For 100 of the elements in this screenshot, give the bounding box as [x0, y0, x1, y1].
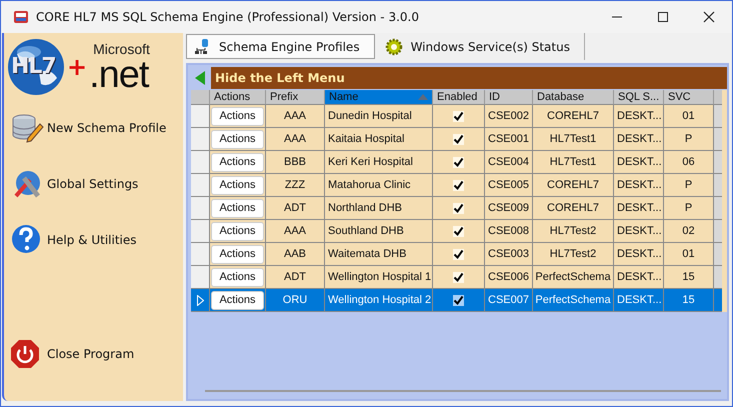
- horizontal-scrollbar[interactable]: [205, 387, 721, 395]
- table-cell: DESKT...: [617, 225, 662, 237]
- table-cell: Matahorua Clinic: [328, 179, 411, 191]
- column-header[interactable]: Enabled: [433, 90, 485, 105]
- sidebar-item[interactable]: New Schema Profile: [4, 109, 183, 147]
- table-cell: DESKT...: [617, 133, 662, 145]
- table-cell: ADT: [284, 271, 306, 283]
- hide-menu-bar[interactable]: Hide the Left Menu: [211, 67, 727, 89]
- check-icon: [453, 226, 464, 236]
- table-cell: CSE008: [488, 225, 529, 237]
- table-cell: 01: [682, 110, 695, 122]
- row-header[interactable]: [191, 243, 210, 266]
- row-header[interactable]: [191, 105, 210, 128]
- row-header[interactable]: [191, 151, 210, 174]
- table-cell: Keri Keri Hospital: [328, 156, 413, 168]
- table-cell: DESKT...: [617, 271, 662, 283]
- table-cell: HL7Test1: [550, 133, 596, 145]
- table-cell: CSE001: [488, 133, 529, 145]
- table-cell: BBB: [284, 156, 306, 168]
- table-cell: AAA: [284, 110, 306, 122]
- sidebar-item[interactable]: Global Settings: [4, 165, 183, 203]
- gear-icon: [384, 38, 403, 56]
- sidebar-item[interactable]: Help & Utilities: [4, 221, 183, 259]
- row-header[interactable]: [191, 128, 210, 151]
- checkbox[interactable]: [453, 248, 464, 260]
- left-arrow-icon: [195, 71, 205, 85]
- column-header: [191, 90, 210, 105]
- table-cell: P: [684, 202, 692, 214]
- table-cell: 15: [682, 294, 695, 306]
- table-cell: Dunedin Hospital: [328, 110, 412, 122]
- globe-icon: [7, 38, 65, 96]
- table-cell: 15: [682, 271, 695, 283]
- database-pencil-icon: [10, 112, 44, 144]
- check-icon: [453, 294, 464, 306]
- actions-button[interactable]: Actions: [211, 222, 264, 240]
- actions-button[interactable]: Actions: [211, 130, 264, 148]
- row-header[interactable]: [191, 197, 210, 220]
- actions-button[interactable]: Actions: [211, 268, 264, 286]
- column-header[interactable]: ID: [485, 90, 533, 105]
- check-icon: [453, 202, 464, 214]
- plus-sign: +: [67, 55, 88, 79]
- column-header: [714, 90, 722, 105]
- logo-brand: Microsoft: [93, 42, 150, 56]
- column-header[interactable]: Actions: [210, 90, 266, 105]
- row-header[interactable]: [191, 266, 210, 289]
- checkbox[interactable]: [453, 156, 464, 168]
- table-cell: ADT: [284, 202, 306, 214]
- actions-button[interactable]: Actions: [211, 176, 264, 194]
- checkbox[interactable]: [453, 134, 464, 144]
- table-cell: CSE006: [488, 271, 529, 283]
- column-header[interactable]: SQL S...: [614, 90, 664, 105]
- sidebar-item[interactable]: Close Program: [4, 335, 183, 373]
- checkbox[interactable]: [453, 110, 464, 122]
- check-icon: [453, 180, 464, 190]
- table-cell: CSE003: [488, 248, 529, 260]
- check-icon: [453, 248, 464, 260]
- column-header[interactable]: Database: [533, 90, 614, 105]
- table-cell: ORU: [282, 294, 308, 306]
- actions-button[interactable]: Actions: [211, 290, 264, 310]
- table-cell: PerfectSchema: [535, 271, 611, 283]
- column-header[interactable]: SVC: [664, 90, 714, 105]
- checkbox[interactable]: [453, 294, 464, 306]
- table-cell: DESKT...: [617, 156, 662, 168]
- window-title: CORE HL7 MS SQL Schema Engine (Professional) Version - 3.0.0: [36, 10, 419, 24]
- column-header[interactable]: Name: [325, 90, 433, 105]
- checkbox[interactable]: [453, 226, 464, 236]
- row-header[interactable]: [191, 220, 210, 243]
- checkbox[interactable]: [453, 272, 464, 282]
- check-icon: [453, 110, 464, 122]
- table-cell: CSE002: [488, 110, 529, 122]
- logo-text: .net: [89, 56, 148, 92]
- logo-text: HL7: [11, 54, 56, 79]
- table-cell: AAB: [284, 248, 306, 260]
- actions-button[interactable]: Actions: [211, 244, 264, 264]
- table-cell: 01: [682, 248, 695, 260]
- actions-button[interactable]: Actions: [211, 152, 264, 172]
- table-cell: CSE009: [488, 202, 529, 214]
- table-cell: Southland DHB: [328, 225, 404, 237]
- checkbox[interactable]: [453, 180, 464, 190]
- table-cell: Wellington Hospital 1: [328, 271, 432, 283]
- app-icon: [13, 9, 29, 25]
- table-cell: DESKT...: [617, 110, 662, 122]
- table-cell: P: [684, 179, 692, 191]
- tab[interactable]: Windows Service(s) Status: [378, 33, 585, 60]
- row-header[interactable]: [191, 174, 210, 197]
- table-cell: DESKT...: [617, 294, 662, 306]
- row-header[interactable]: [191, 289, 210, 312]
- tab[interactable]: Schema Engine Profiles: [186, 34, 375, 59]
- table-cell: Waitemata DHB: [328, 248, 406, 260]
- table-cell: CSE004: [488, 156, 529, 168]
- table-cell: COREHL7: [547, 202, 599, 214]
- checkbox[interactable]: [453, 202, 464, 214]
- table-cell: AAA: [284, 225, 306, 237]
- column-header[interactable]: Prefix: [266, 90, 325, 105]
- table-cell: DESKT...: [617, 248, 662, 260]
- actions-button[interactable]: Actions: [211, 106, 264, 126]
- check-icon: [453, 272, 464, 282]
- actions-button[interactable]: Actions: [211, 198, 264, 218]
- table-cell: HL7Test2: [550, 248, 596, 260]
- table-cell: Kaitaia Hospital: [328, 133, 404, 145]
